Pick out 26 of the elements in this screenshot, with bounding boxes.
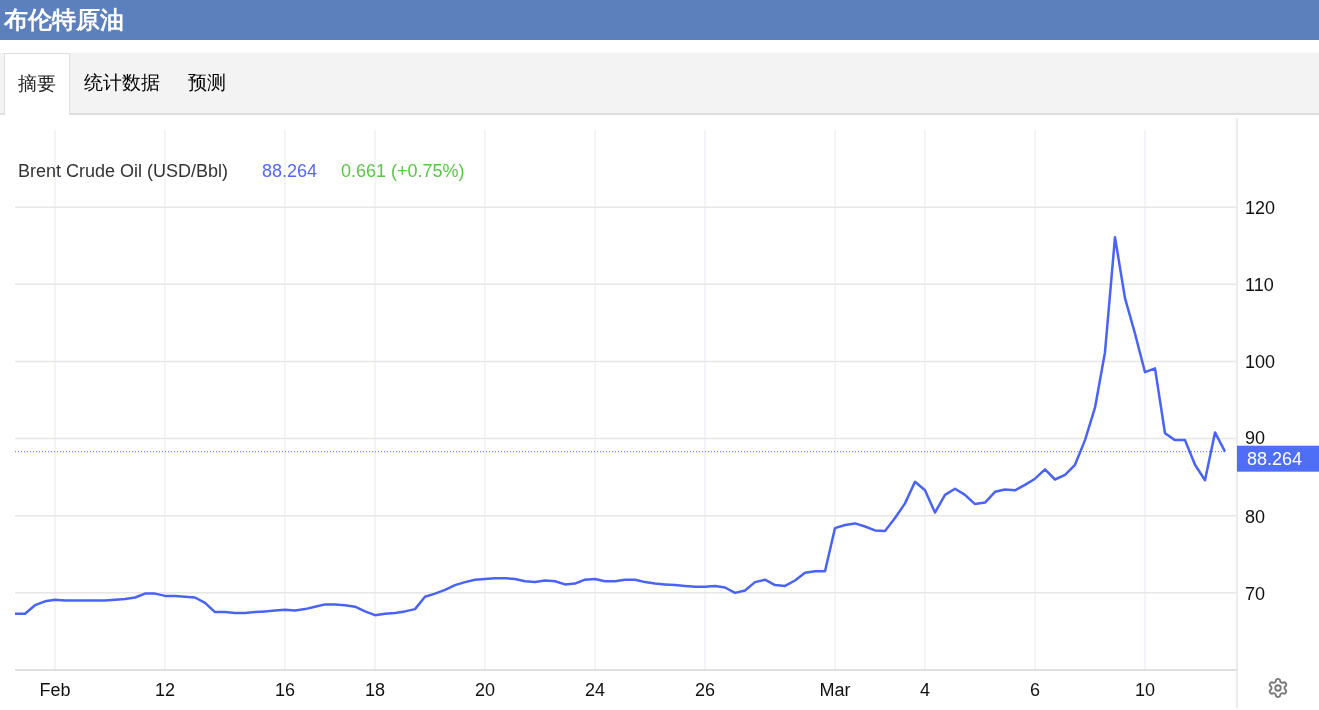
x-axis-label: 6 bbox=[1030, 680, 1040, 700]
settings-icon[interactable] bbox=[1267, 677, 1289, 699]
y-axis-label: 90 bbox=[1245, 427, 1266, 448]
x-axis-label: 26 bbox=[695, 680, 715, 700]
tab[interactable]: 摘要 bbox=[4, 53, 70, 115]
x-axis-label: 20 bbox=[475, 680, 495, 700]
tab[interactable]: 预测 bbox=[174, 53, 240, 113]
legend-change: 0.661 (+0.75%) bbox=[341, 161, 465, 181]
legend-title: Brent Crude Oil (USD/Bbl) bbox=[18, 161, 229, 181]
x-axis-label: 10 bbox=[1135, 680, 1155, 700]
x-axis-label: 12 bbox=[155, 680, 175, 700]
y-axis-label: 100 bbox=[1245, 352, 1276, 373]
x-axis-label: 4 bbox=[920, 680, 930, 700]
x-axis-label: 16 bbox=[275, 680, 295, 700]
y-axis-label: 80 bbox=[1245, 506, 1266, 527]
y-axis-label: 120 bbox=[1245, 198, 1276, 219]
price-label: 88.264 bbox=[1237, 445, 1319, 472]
y-axis-label: 70 bbox=[1245, 583, 1266, 604]
x-axis-label: 18 bbox=[365, 680, 385, 700]
y-axis-label: 110 bbox=[1245, 275, 1274, 296]
page-title: 布伦特原油 bbox=[4, 5, 124, 35]
x-axis-label: 24 bbox=[585, 680, 605, 700]
legend-price: 88.264 bbox=[262, 161, 318, 181]
tab[interactable]: 统计数据 bbox=[70, 53, 174, 113]
x-axis-label: Mar bbox=[819, 680, 851, 700]
x-axis-label: Feb bbox=[39, 680, 71, 700]
